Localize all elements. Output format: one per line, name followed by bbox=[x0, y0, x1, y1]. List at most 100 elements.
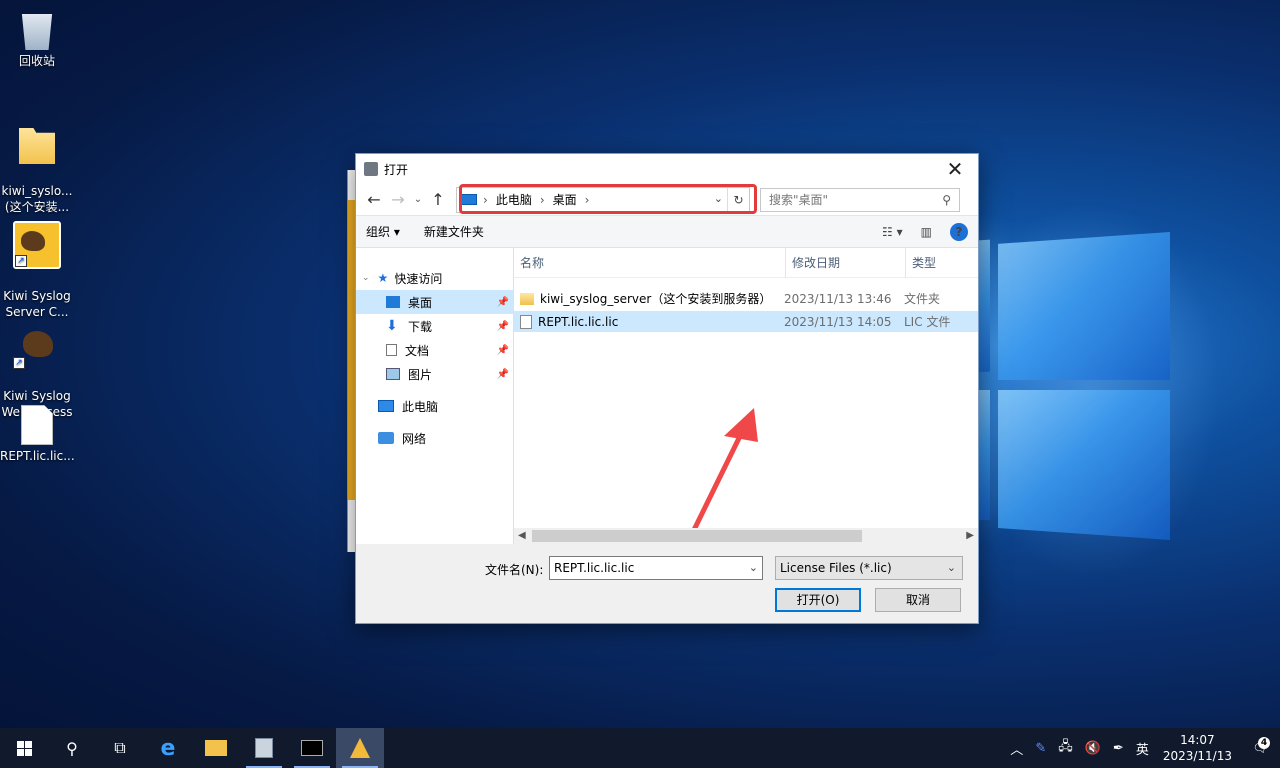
filter-value: License Files (*.lic) bbox=[780, 561, 892, 575]
desktop-icon-label: 回收站 bbox=[18, 54, 55, 68]
dialog-footer: 文件名(N): REPT.lic.lic.lic ⌄ License Files… bbox=[356, 544, 978, 624]
dialog-app-icon bbox=[364, 162, 378, 176]
new-folder-button[interactable]: 新建文件夹 bbox=[424, 223, 484, 240]
kiwi-syslog-taskbar-icon[interactable] bbox=[336, 728, 384, 768]
cancel-button[interactable]: 取消 bbox=[875, 588, 961, 612]
computer-icon bbox=[378, 400, 394, 412]
pin-icon[interactable]: 📌 bbox=[497, 345, 509, 356]
command-prompt-icon[interactable] bbox=[288, 728, 336, 768]
search-icon: ⚲ bbox=[942, 192, 951, 207]
kiwi-syslog-server-icon: ↗ bbox=[13, 221, 61, 269]
file-row[interactable]: kiwi_syslog_server（这个安装到服务器） 2023/11/13 … bbox=[514, 288, 978, 309]
preview-pane-icon[interactable]: ▥ bbox=[921, 225, 932, 239]
start-button[interactable] bbox=[0, 728, 48, 768]
help-icon[interactable]: ? bbox=[950, 222, 968, 241]
file-explorer-icon[interactable] bbox=[192, 728, 240, 768]
desktop-icon-label: REPT.lic.lic... bbox=[0, 449, 75, 463]
file-type: LIC 文件 bbox=[904, 315, 951, 329]
file-row[interactable]: REPT.lic.lic.lic 2023/11/13 14:05 LIC 文件 bbox=[514, 311, 978, 332]
taskbar: ⚲ ⧉ e ︿ ✎ 🖧 🔇 ✒ 英 14:07 2023/11/13 🗨4 bbox=[0, 728, 1280, 768]
nav-label: 图片 bbox=[408, 367, 433, 382]
dialog-titlebar[interactable]: 打开 ✕ bbox=[356, 154, 978, 184]
view-options-icon[interactable]: ☷ ▾ bbox=[882, 225, 903, 239]
open-button[interactable]: 打开(O) bbox=[775, 588, 861, 612]
desktop-icon-recycle-bin[interactable]: 回收站 bbox=[0, 10, 74, 69]
pictures-icon bbox=[386, 368, 400, 380]
red-arrow-annotation bbox=[689, 408, 758, 537]
file-date: 2023/11/13 13:46 bbox=[784, 291, 892, 306]
chevron-down-icon[interactable]: ⌄ bbox=[947, 561, 956, 574]
notification-count: 4 bbox=[1258, 737, 1270, 749]
column-header-name[interactable]: 名称 bbox=[514, 247, 786, 278]
horizontal-scrollbar[interactable]: ◀ ▶ bbox=[514, 528, 978, 544]
recycle-bin-icon bbox=[21, 14, 53, 50]
task-view-icon[interactable]: ⧉ bbox=[96, 728, 144, 768]
pin-icon[interactable]: 📌 bbox=[497, 297, 509, 308]
up-arrow-icon[interactable]: ↑ bbox=[426, 188, 450, 212]
server-manager-icon[interactable] bbox=[240, 728, 288, 768]
network-icon bbox=[378, 432, 394, 444]
address-bar-highlight-annotation bbox=[459, 184, 757, 214]
show-hidden-icons-chevron-icon[interactable]: ︿ bbox=[1010, 739, 1023, 758]
collapse-chevron-icon[interactable]: ⌄ bbox=[362, 273, 370, 283]
internet-explorer-icon[interactable]: e bbox=[144, 728, 192, 768]
nav-label: 快速访问 bbox=[394, 271, 443, 286]
wallpaper-pane bbox=[978, 390, 990, 520]
column-header-date[interactable]: 修改日期 bbox=[786, 247, 906, 278]
navigation-pane: ⌄ ★ 快速访问 桌面 📌 ⬇ 下载 📌 文档 📌 图片 📌 此电脑 网络 bbox=[356, 248, 514, 544]
column-header-type[interactable]: 类型 bbox=[906, 248, 936, 278]
pen-workspace-icon[interactable]: ✒ bbox=[1113, 741, 1124, 756]
documents-icon bbox=[386, 344, 397, 356]
scroll-left-icon[interactable]: ◀ bbox=[518, 528, 526, 544]
back-arrow-icon[interactable]: ← bbox=[362, 188, 386, 212]
windows-logo-icon bbox=[16, 740, 32, 756]
open-file-dialog: 打开 ✕ ← → ⌄ ↑ › 此电脑 › 桌面 › ⌄ ↻ 搜索"桌面" ⚲ 组… bbox=[355, 153, 979, 624]
pin-icon[interactable]: 📌 bbox=[497, 369, 509, 380]
organize-button[interactable]: 组织 ▾ bbox=[366, 223, 400, 240]
ime-indicator[interactable]: 英 bbox=[1136, 739, 1149, 758]
nav-this-pc[interactable]: 此电脑 bbox=[356, 394, 513, 418]
nav-network[interactable]: 网络 bbox=[356, 426, 513, 450]
file-name: kiwi_syslog_server（这个安装到服务器） bbox=[540, 292, 772, 306]
close-button[interactable]: ✕ bbox=[932, 154, 978, 184]
pen-tool-icon[interactable]: ✎ bbox=[1035, 741, 1046, 756]
star-icon: ★ bbox=[377, 271, 389, 285]
clock[interactable]: 14:07 2023/11/13 bbox=[1163, 732, 1232, 764]
nav-item-documents[interactable]: 文档 📌 bbox=[356, 338, 513, 362]
file-type-filter[interactable]: License Files (*.lic) ⌄ bbox=[775, 556, 963, 580]
scroll-right-icon[interactable]: ▶ bbox=[966, 528, 974, 544]
nav-label: 下载 bbox=[408, 319, 433, 334]
filename-label: 文件名(N): bbox=[485, 563, 544, 577]
nav-label: 此电脑 bbox=[402, 399, 439, 414]
dialog-title: 打开 bbox=[384, 162, 409, 177]
search-box[interactable]: 搜索"桌面" ⚲ bbox=[760, 187, 960, 212]
pin-icon[interactable]: 📌 bbox=[497, 321, 509, 332]
kiwi-bird-icon: ↗ bbox=[13, 321, 61, 369]
nav-item-pictures[interactable]: 图片 📌 bbox=[356, 362, 513, 386]
folder-icon bbox=[520, 292, 534, 305]
scrollbar-thumb[interactable] bbox=[532, 530, 862, 542]
filename-input[interactable]: REPT.lic.lic.lic ⌄ bbox=[549, 556, 763, 580]
system-tray: ︿ ✎ 🖧 🔇 ✒ 英 14:07 2023/11/13 🗨4 bbox=[1004, 728, 1280, 768]
recent-locations-chevron-icon[interactable]: ⌄ bbox=[410, 188, 426, 212]
file-date: 2023/11/13 14:05 bbox=[784, 314, 892, 329]
volume-muted-icon[interactable]: 🔇 bbox=[1085, 741, 1101, 756]
nav-label: 文档 bbox=[405, 343, 430, 358]
nav-item-desktop[interactable]: 桌面 📌 bbox=[356, 290, 513, 314]
nav-quick-access[interactable]: ⌄ ★ 快速访问 bbox=[356, 266, 513, 290]
column-headers: 名称 修改日期 类型 bbox=[514, 247, 978, 278]
wallpaper-pane bbox=[998, 390, 1170, 540]
file-name: REPT.lic.lic.lic bbox=[538, 314, 619, 329]
action-center-icon[interactable]: 🗨4 bbox=[1240, 737, 1280, 755]
nav-item-downloads[interactable]: ⬇ 下载 📌 bbox=[356, 314, 513, 338]
filename-value: REPT.lic.lic.lic bbox=[554, 561, 635, 575]
chevron-down-icon[interactable]: ⌄ bbox=[749, 561, 758, 574]
file-type: 文件夹 bbox=[904, 292, 941, 306]
forward-arrow-icon[interactable]: → bbox=[386, 188, 410, 212]
network-icon[interactable]: 🖧 bbox=[1058, 737, 1073, 759]
search-icon[interactable]: ⚲ bbox=[48, 728, 96, 768]
file-list: 名称 修改日期 类型 kiwi_syslog_server（这个安装到服务器） … bbox=[514, 247, 978, 544]
desktop-icon-rept-lic[interactable]: REPT.lic.lic... bbox=[0, 405, 75, 464]
dialog-body: ⌄ ★ 快速访问 桌面 📌 ⬇ 下载 📌 文档 📌 图片 📌 此电脑 网络 名称… bbox=[356, 247, 978, 544]
folder-icon bbox=[19, 128, 55, 164]
